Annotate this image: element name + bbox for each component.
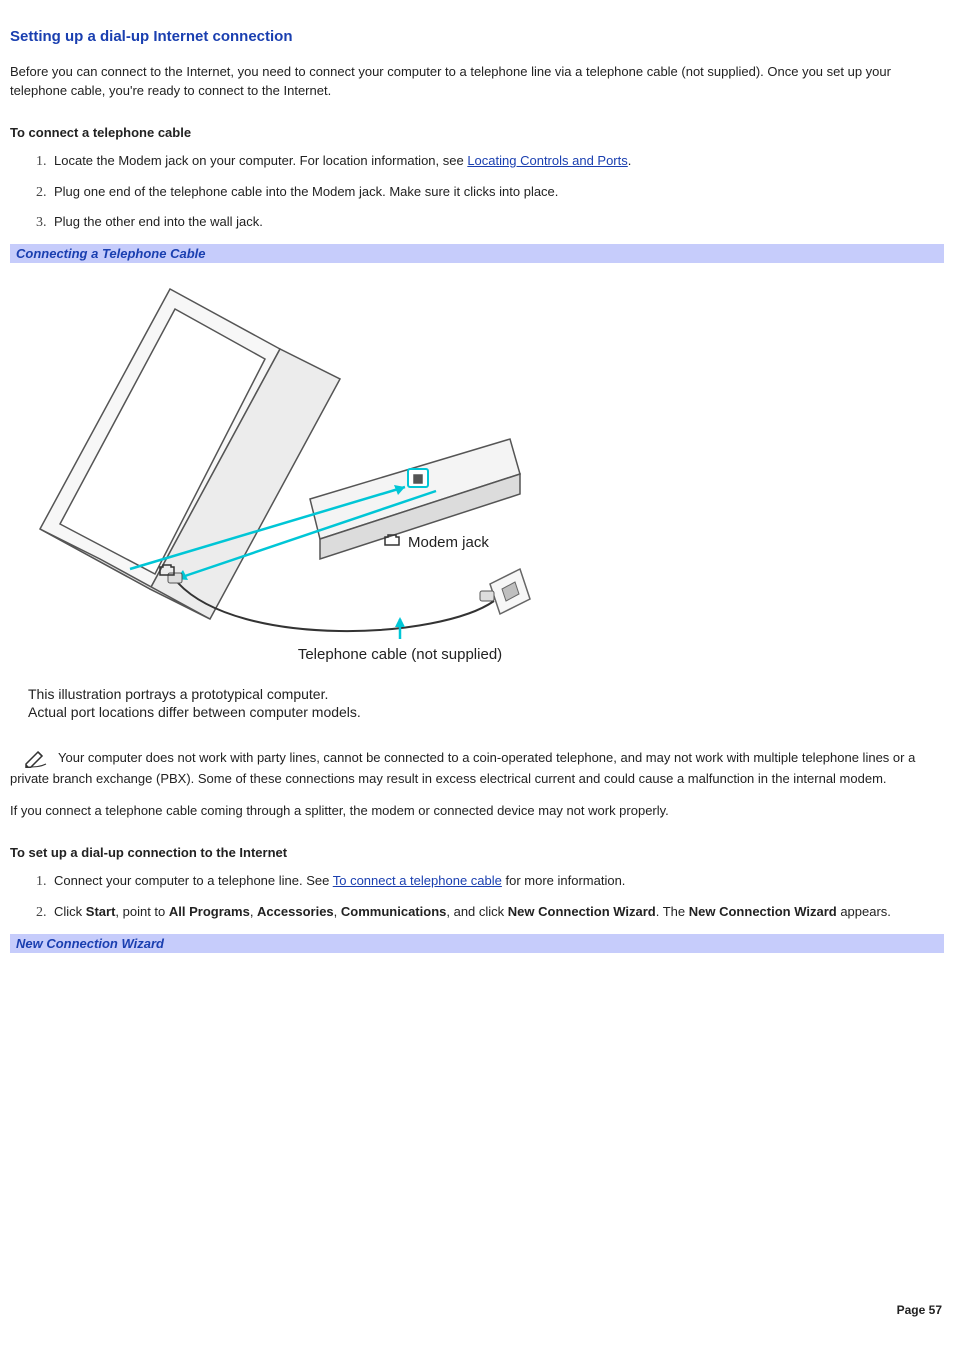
cable-callout-arrow [395, 617, 405, 627]
b-comm: Communications [341, 904, 446, 919]
step-3: Plug the other end into the wall jack. [50, 213, 944, 232]
step-1: Locate the Modem jack on your computer. … [50, 152, 944, 171]
document-page: Setting up a dial-up Internet connection… [0, 0, 954, 1351]
link-locating-controls[interactable]: Locating Controls and Ports [467, 153, 627, 168]
b-start: Start [86, 904, 116, 919]
b-ncw2: New Connection Wizard [689, 904, 837, 919]
note-text: Your computer does not work with party l… [10, 750, 915, 786]
steps-dialup: Connect your computer to a telephone lin… [10, 872, 944, 922]
t3: . The [656, 904, 689, 919]
section-heading-dialup: To set up a dial-up connection to the In… [10, 845, 944, 860]
link-connect-cable[interactable]: To connect a telephone cable [333, 873, 502, 888]
b-accessories: Accessories [257, 904, 334, 919]
step-1-text-pre: Locate the Modem jack on your computer. … [54, 153, 467, 168]
t4: appears. [837, 904, 891, 919]
t-click: Click [54, 904, 86, 919]
modem-jack-symbol-icon [385, 535, 399, 545]
t1: , point to [115, 904, 168, 919]
section-heading-connect-cable: To connect a telephone cable [10, 125, 944, 140]
page-title: Setting up a dial-up Internet connection [10, 28, 944, 45]
c1: , [250, 904, 257, 919]
splitter-paragraph: If you connect a telephone cable coming … [10, 802, 944, 821]
figure-caption-bar-1: Connecting a Telephone Cable [10, 244, 944, 263]
laptop-open-icon [40, 289, 340, 619]
page-number: Page 57 [897, 1303, 942, 1317]
diagram-svg: Modem jack Telephone cable (not supplied… [10, 269, 550, 729]
wall-jack-icon [490, 569, 530, 614]
figure-footnote-1: This illustration portrays a prototypica… [28, 686, 328, 702]
note-pencil-icon [24, 750, 48, 771]
b-ncw: New Connection Wizard [508, 904, 656, 919]
note-block: Your computer does not work with party l… [10, 750, 944, 786]
modem-jack-label: Modem jack [408, 534, 489, 551]
cable-label: Telephone cable (not supplied) [298, 646, 502, 663]
step-2: Plug one end of the telephone cable into… [50, 183, 944, 202]
step2-2: Click Start, point to All Programs, Acce… [50, 903, 944, 922]
steps-connect-cable: Locate the Modem jack on your computer. … [10, 152, 944, 233]
step-1-text-post: . [628, 153, 632, 168]
step2-1-post: for more information. [502, 873, 626, 888]
t2: , and click [446, 904, 507, 919]
step2-1: Connect your computer to a telephone lin… [50, 872, 944, 891]
figure-telephone-cable: Modem jack Telephone cable (not supplied… [10, 269, 944, 732]
step-3-text: Plug the other end into the wall jack. [54, 214, 263, 229]
b-allprograms: All Programs [169, 904, 250, 919]
figure-footnote-2: Actual port locations differ between com… [28, 704, 361, 720]
c2: , [334, 904, 341, 919]
step-2-text: Plug one end of the telephone cable into… [54, 184, 558, 199]
step2-1-pre: Connect your computer to a telephone lin… [54, 873, 333, 888]
figure-caption-bar-2: New Connection Wizard [10, 934, 944, 953]
intro-paragraph: Before you can connect to the Internet, … [10, 63, 944, 101]
